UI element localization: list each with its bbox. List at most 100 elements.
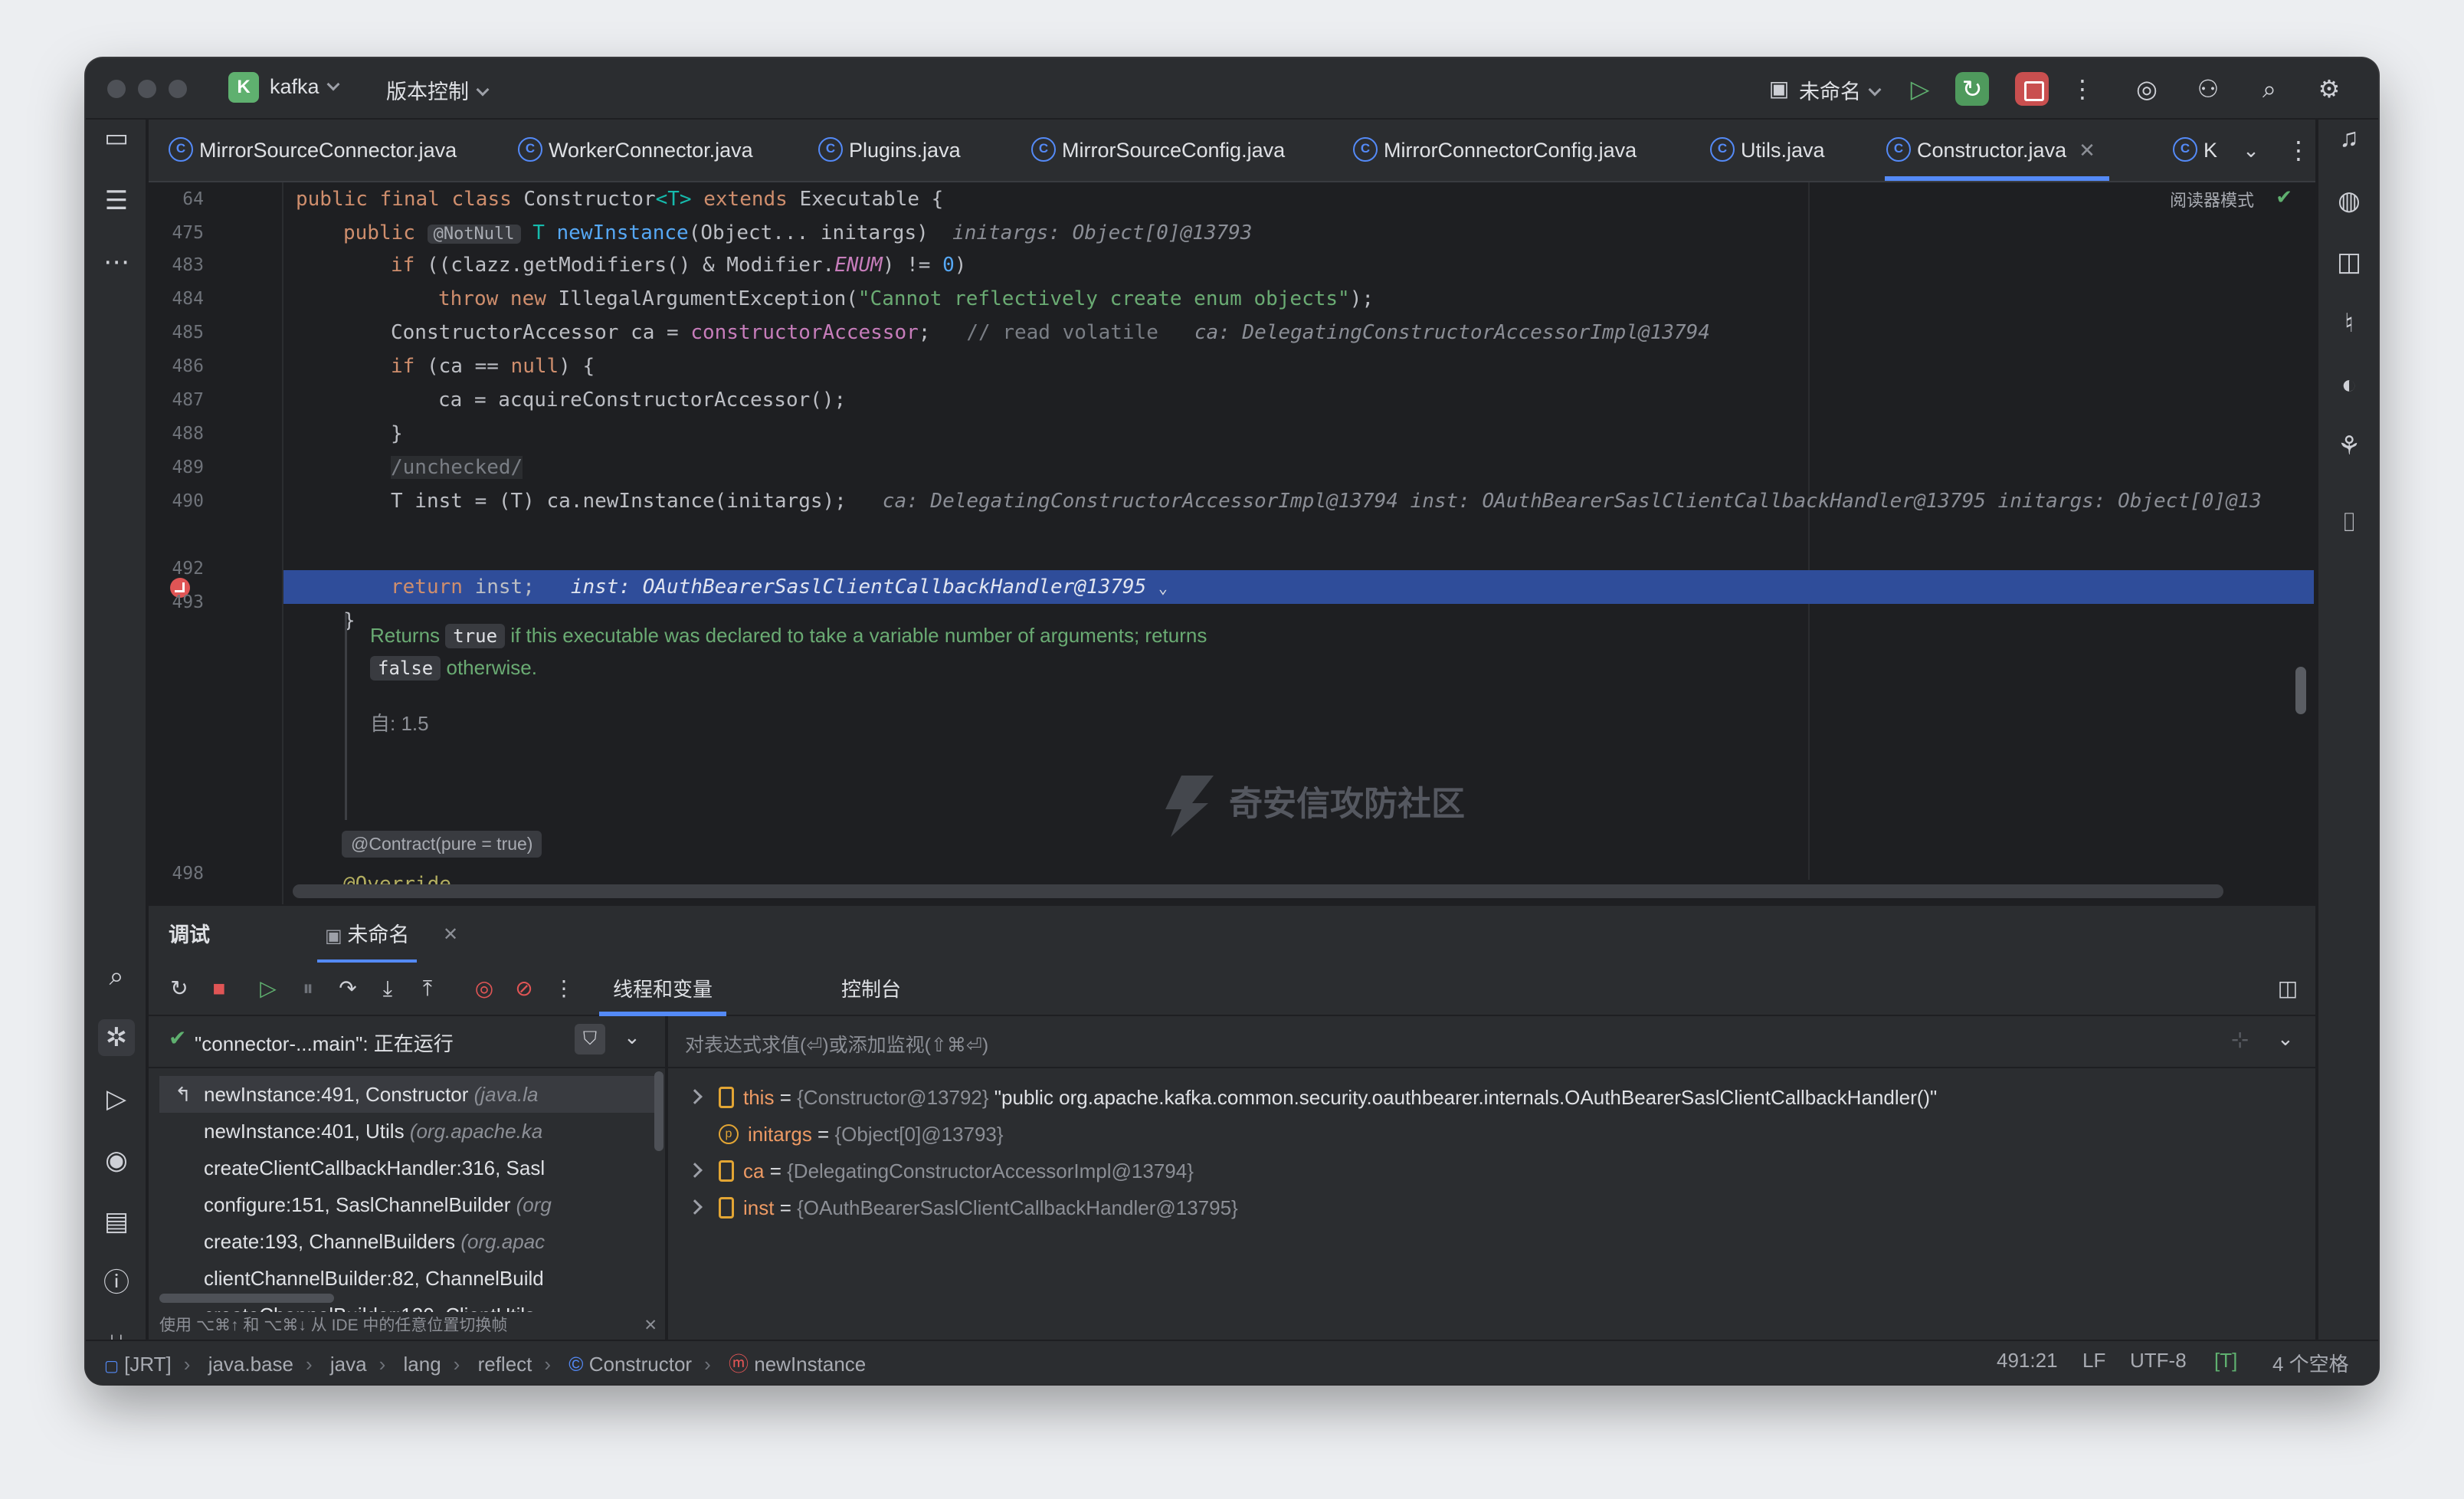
stack-frame[interactable]: createClientCallbackHandler:316, Sasl	[204, 1150, 664, 1186]
line-number: 493	[172, 592, 204, 612]
frames-scrollbar[interactable]	[654, 1071, 664, 1151]
ai-assistant-icon[interactable]: ◎	[2130, 72, 2164, 106]
line-number: 488	[172, 424, 204, 444]
project-name: kafka	[270, 75, 319, 98]
tab-mirror-source-config[interactable]: MirrorSourceConfig.java	[1030, 120, 1285, 181]
step-out-icon[interactable]: ⤒	[412, 973, 443, 1004]
breadcrumb-item[interactable]: java	[330, 1353, 367, 1376]
endpoints-icon[interactable]: ◐	[2331, 366, 2367, 403]
tab-debug-session[interactable]: ▣ 未命名	[317, 906, 418, 964]
tab-threads-variables[interactable]: 线程和变量	[599, 963, 727, 1016]
chevron-down-icon[interactable]: ⌄	[2234, 133, 2268, 167]
indent-setting[interactable]: 4 个空格	[2272, 1349, 2349, 1377]
variable-row[interactable]: ca = {DelegatingConstructorAccessorImpl@…	[719, 1153, 1194, 1189]
window-close-button[interactable]	[107, 80, 126, 98]
resume-icon[interactable]: ▷	[253, 973, 283, 1004]
tab-mirror-connector-config[interactable]: MirrorConnectorConfig.java	[1352, 120, 1637, 181]
terminal-icon[interactable]: ▤	[98, 1203, 135, 1240]
more-icon[interactable]: ⋮	[549, 973, 579, 1004]
variable-row[interactable]: inst = {OAuthBearerSaslClientCallbackHan…	[719, 1189, 1238, 1226]
more-tools-icon[interactable]: ⋯	[98, 244, 135, 280]
stop-icon[interactable]: ■	[204, 973, 234, 1004]
close-icon[interactable]: ✕	[644, 1312, 657, 1340]
add-watch-icon[interactable]: ⊹	[2231, 1027, 2249, 1052]
close-icon[interactable]: ✕	[443, 906, 458, 964]
rerun-icon[interactable]: ↻	[164, 973, 195, 1004]
tab-debug[interactable]: 调试	[169, 906, 210, 964]
tab-worker-connector[interactable]: WorkerConnector.java	[516, 120, 753, 181]
tab-utils[interactable]: Utils.java	[1709, 120, 1825, 181]
stack-frame[interactable]: clientChannelBuilder:82, ChannelBuild	[204, 1260, 664, 1297]
resume-icon[interactable]: ▷	[1903, 72, 1937, 106]
line-separator[interactable]: LF	[2082, 1349, 2105, 1373]
tab-plugins[interactable]: Plugins.java	[817, 120, 961, 181]
structure-icon[interactable]: ☰	[98, 182, 135, 219]
stack-frame[interactable]: configure:151, SaslChannelBuilder (org	[204, 1186, 664, 1223]
view-breakpoints-icon[interactable]: ◎	[469, 973, 500, 1004]
watermark-logo-icon	[1165, 776, 1214, 837]
json-icon[interactable]: ⌷	[2331, 504, 2367, 541]
pause-icon[interactable]: ⏸	[293, 973, 323, 1004]
vertical-scrollbar[interactable]	[2295, 667, 2306, 714]
readonly-mode[interactable]: [T]	[2214, 1349, 2237, 1373]
breadcrumb-item[interactable]: newInstance	[754, 1353, 866, 1376]
stop-button[interactable]	[2015, 72, 2049, 106]
variable-row[interactable]: this = {Constructor@13792} "public org.a…	[719, 1079, 1937, 1116]
tab-console[interactable]: 控制台	[841, 963, 901, 1016]
file-encoding[interactable]: UTF-8	[2130, 1349, 2187, 1373]
reader-mode-toggle[interactable]: 阅读器模式	[2170, 187, 2254, 212]
layout-icon[interactable]: ◫	[2272, 973, 2303, 1004]
search-icon[interactable]: ⌕	[2253, 72, 2286, 106]
chevron-down-icon[interactable]: ⌄	[624, 1025, 641, 1049]
breadcrumb-item[interactable]: reflect	[478, 1353, 532, 1376]
evaluate-expression-input[interactable]: 对表达式求值(⏎)或添加监视(⇧⌘⏎) ⊹ ⌄	[668, 1016, 2315, 1068]
breadcrumb-item[interactable]: Constructor	[589, 1353, 692, 1376]
database-icon[interactable]: ◫	[2331, 244, 2367, 280]
hierarchy-icon[interactable]: ⚘	[2331, 428, 2367, 464]
gear-icon[interactable]: ⚙	[2312, 72, 2346, 106]
chevron-down-icon[interactable]: ⌄	[2277, 1027, 2294, 1051]
tab-constructor[interactable]: Constructor.java ✕	[1885, 120, 2109, 181]
debug-icon[interactable]: ✲	[98, 1019, 135, 1056]
run-icon[interactable]: ▷	[98, 1081, 135, 1117]
expand-icon[interactable]	[687, 1163, 703, 1178]
step-into-icon[interactable]: ⤓	[372, 973, 403, 1004]
cursor-position[interactable]: 491:21	[1997, 1349, 2058, 1373]
ai-chat-icon[interactable]: ◍	[2331, 182, 2367, 219]
close-icon[interactable]: ✕	[2079, 139, 2095, 162]
breadcrumb-item[interactable]: [JRT]	[124, 1353, 172, 1376]
code-editor[interactable]: 64 475 483 484 485 486 487 488 489 490 4…	[149, 182, 2315, 904]
breadcrumb-item[interactable]: lang	[404, 1353, 441, 1376]
mute-breakpoints-icon[interactable]: ⊘	[509, 973, 539, 1004]
filter-icon[interactable]: ⛉	[575, 1024, 605, 1055]
services-icon[interactable]: ◉	[98, 1142, 135, 1179]
add-user-icon[interactable]: ⚇	[2191, 72, 2225, 106]
search-icon[interactable]: ⌕	[98, 958, 135, 995]
window-zoom-button[interactable]	[169, 80, 187, 98]
frames-h-scrollbar[interactable]	[159, 1294, 334, 1303]
stack-frame[interactable]: create:193, ChannelBuilders (org.apac	[204, 1223, 664, 1260]
horizontal-scrollbar[interactable]	[293, 884, 2223, 898]
expand-icon[interactable]	[687, 1089, 703, 1104]
stack-frame[interactable]: ↰ newInstance:491, Constructor (java.la	[159, 1076, 656, 1113]
gradle-icon[interactable]: ♮	[2331, 305, 2367, 342]
tab-mirror-source-connector[interactable]: MirrorSourceConnector.java	[167, 120, 457, 181]
step-over-icon[interactable]: ↷	[333, 973, 363, 1004]
notifications-icon[interactable]: ♫	[2331, 120, 2367, 156]
run-config-selector[interactable]: 未命名	[1799, 75, 1882, 105]
rerun-debug-button[interactable]: ↻	[1955, 72, 1989, 106]
tab-more-icon[interactable]: ⋮	[2282, 133, 2315, 167]
window-minimize-button[interactable]	[138, 80, 156, 98]
tab-overflow[interactable]: K	[2171, 120, 2217, 181]
check-icon: ✔	[2276, 185, 2292, 208]
breadcrumb-item[interactable]: java.base	[208, 1353, 293, 1376]
thread-selector[interactable]: ✔ "connector-...main": 正在运行 ⛉ ⌄	[149, 1016, 665, 1068]
more-actions-icon[interactable]: ⋮	[2066, 72, 2099, 106]
problems-icon[interactable]: ⓘ	[98, 1264, 135, 1301]
vcs-menu[interactable]: 版本控制	[386, 75, 490, 105]
variable-row[interactable]: p initargs = {Object[0]@13793}	[719, 1116, 1004, 1153]
project-selector[interactable]: kafka	[270, 75, 340, 99]
expand-icon[interactable]	[687, 1199, 703, 1215]
folder-icon[interactable]: ▭	[98, 120, 135, 156]
stack-frame[interactable]: newInstance:401, Utils (org.apache.ka	[204, 1113, 664, 1150]
